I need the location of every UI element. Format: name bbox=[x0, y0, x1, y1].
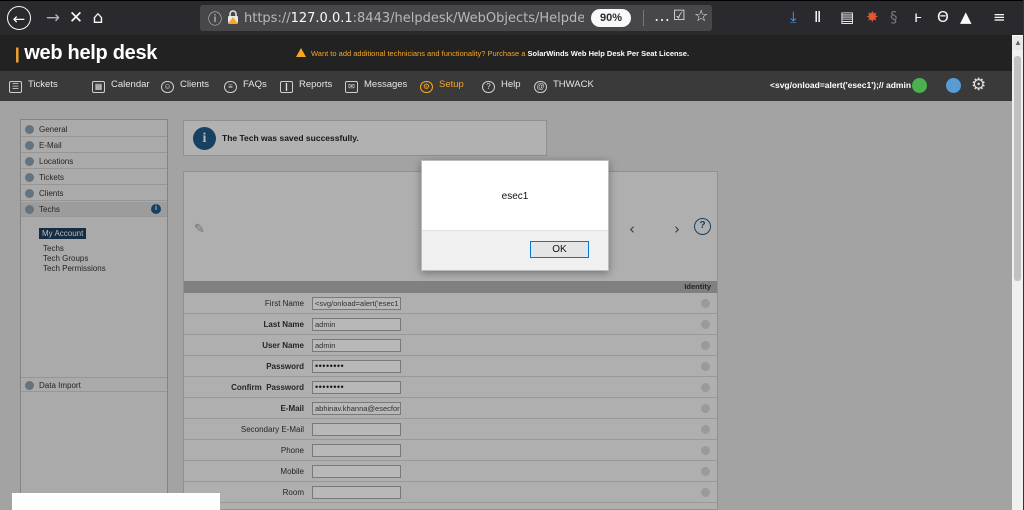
library-icon[interactable]: Ⅱ bbox=[814, 7, 821, 27]
stop-button[interactable]: ✕ bbox=[64, 6, 88, 30]
nav-messages[interactable]: ✉ Messages bbox=[345, 79, 407, 93]
reports-icon: ❙ bbox=[280, 81, 293, 93]
tickets-icon: ☰ bbox=[9, 81, 22, 93]
bookmark-star-icon[interactable]: ☆ bbox=[694, 6, 708, 25]
forward-button[interactable]: → bbox=[41, 6, 65, 30]
nav-calendar[interactable]: ▦ Calendar bbox=[92, 79, 150, 93]
site-info-icon[interactable]: ⓘ bbox=[208, 9, 222, 29]
pocket-icon[interactable]: ☑ bbox=[673, 8, 686, 24]
nav-setup[interactable]: ⚙ Setup bbox=[420, 79, 464, 93]
url-path: :8443/helpdesk/WebObjects/Helpdesk.woa/w… bbox=[352, 11, 584, 26]
ok-button[interactable]: OK bbox=[530, 241, 589, 258]
nav-label: Tickets bbox=[28, 79, 58, 90]
extension-icon[interactable]: ✸ bbox=[866, 7, 879, 27]
nav-tickets[interactable]: ☰ Tickets bbox=[9, 79, 58, 93]
scrollbar-thumb[interactable] bbox=[1014, 56, 1021, 281]
app-header: ❙web help desk Want to add additional te… bbox=[0, 35, 1012, 71]
alert-message: esec1 bbox=[501, 191, 529, 202]
page-scrollbar[interactable] bbox=[1012, 36, 1023, 510]
nav-reports[interactable]: ❙ Reports bbox=[280, 79, 332, 93]
nav-label: Help bbox=[501, 79, 521, 90]
url-bar[interactable]: ⓘ https://127.0.0.1:8443/helpdesk/WebObj… bbox=[200, 5, 712, 31]
account-icon[interactable]: Θ bbox=[937, 7, 949, 27]
calendar-icon: ▦ bbox=[92, 81, 105, 93]
alert-footer: OK bbox=[422, 230, 608, 270]
zoom-level-button[interactable]: 90% bbox=[591, 9, 631, 27]
screenshot: ← → ✕ ⌂ ⓘ https://127.0.0.1:8443/helpdes… bbox=[0, 0, 1024, 510]
download-icon[interactable]: ⤓ bbox=[790, 7, 797, 27]
banner-link[interactable]: SolarWinds Web Help Desk Per Seat Licens… bbox=[528, 49, 690, 58]
clients-icon: ☺ bbox=[161, 81, 174, 93]
user-avatar-icon[interactable] bbox=[946, 78, 961, 93]
browser-toolbar: ← → ✕ ⌂ ⓘ https://127.0.0.1:8443/helpdes… bbox=[0, 1, 1024, 35]
logo-mark-icon: ❙ bbox=[11, 45, 24, 63]
logo-text: web help desk bbox=[24, 42, 158, 64]
banner-text: Want to add additional technicians and f… bbox=[311, 49, 528, 58]
help-icon: ? bbox=[482, 81, 495, 93]
home-button[interactable]: ⌂ bbox=[86, 6, 110, 30]
warning-icon bbox=[296, 48, 306, 57]
logo[interactable]: ❙web help desk bbox=[11, 42, 157, 65]
nav-thwack[interactable]: @ THWACK bbox=[534, 79, 594, 93]
url-separator bbox=[643, 10, 644, 26]
license-banner: Want to add additional technicians and f… bbox=[296, 48, 689, 58]
url-scheme: https:// bbox=[244, 11, 291, 26]
sidebar-icon[interactable]: ▤ bbox=[840, 7, 854, 27]
scroll-up-icon[interactable]: ▲ bbox=[1013, 36, 1023, 50]
nav-label: FAQs bbox=[243, 79, 267, 90]
extension-icon[interactable]: ▲ bbox=[960, 7, 972, 27]
extension-icon[interactable]: ͱ bbox=[914, 7, 923, 27]
url-text[interactable]: https://127.0.0.1:8443/helpdesk/WebObjec… bbox=[244, 11, 584, 26]
main-nav: ☰ Tickets ▦ Calendar ☺ Clients ≡ FAQs ❙ Repor… bbox=[0, 71, 1012, 101]
lock-warning-icon[interactable] bbox=[226, 10, 240, 24]
nav-label: Calendar bbox=[111, 79, 150, 90]
gear-icon[interactable]: ⚙ bbox=[971, 75, 986, 95]
nav-label: Setup bbox=[439, 79, 464, 90]
url-host: 127.0.0.1 bbox=[290, 11, 353, 26]
nav-label: THWACK bbox=[553, 79, 594, 90]
extension-icon[interactable]: § bbox=[890, 7, 898, 27]
faqs-icon: ≡ bbox=[224, 81, 237, 93]
setup-gear-icon: ⚙ bbox=[420, 81, 433, 93]
nav-label: Reports bbox=[299, 79, 333, 90]
nav-faqs[interactable]: ≡ FAQs bbox=[224, 79, 267, 93]
hamburger-menu-icon[interactable]: ≡ bbox=[993, 7, 1006, 27]
nav-label: Clients bbox=[180, 79, 210, 90]
nav-label: Messages bbox=[364, 79, 408, 90]
alert-dialog: esec1 OK bbox=[421, 160, 609, 271]
nav-help[interactable]: ? Help bbox=[482, 79, 521, 93]
back-button[interactable]: ← bbox=[7, 6, 31, 30]
status-icon[interactable] bbox=[912, 78, 927, 93]
status-strip bbox=[12, 493, 220, 510]
nav-clients[interactable]: ☺ Clients bbox=[161, 79, 209, 93]
thwack-icon: @ bbox=[534, 81, 547, 93]
messages-icon: ✉ bbox=[345, 81, 358, 93]
current-user-label[interactable]: <svg/onload=alert('esec1');// admin bbox=[770, 80, 911, 90]
page-actions-icon[interactable]: … bbox=[654, 6, 670, 25]
